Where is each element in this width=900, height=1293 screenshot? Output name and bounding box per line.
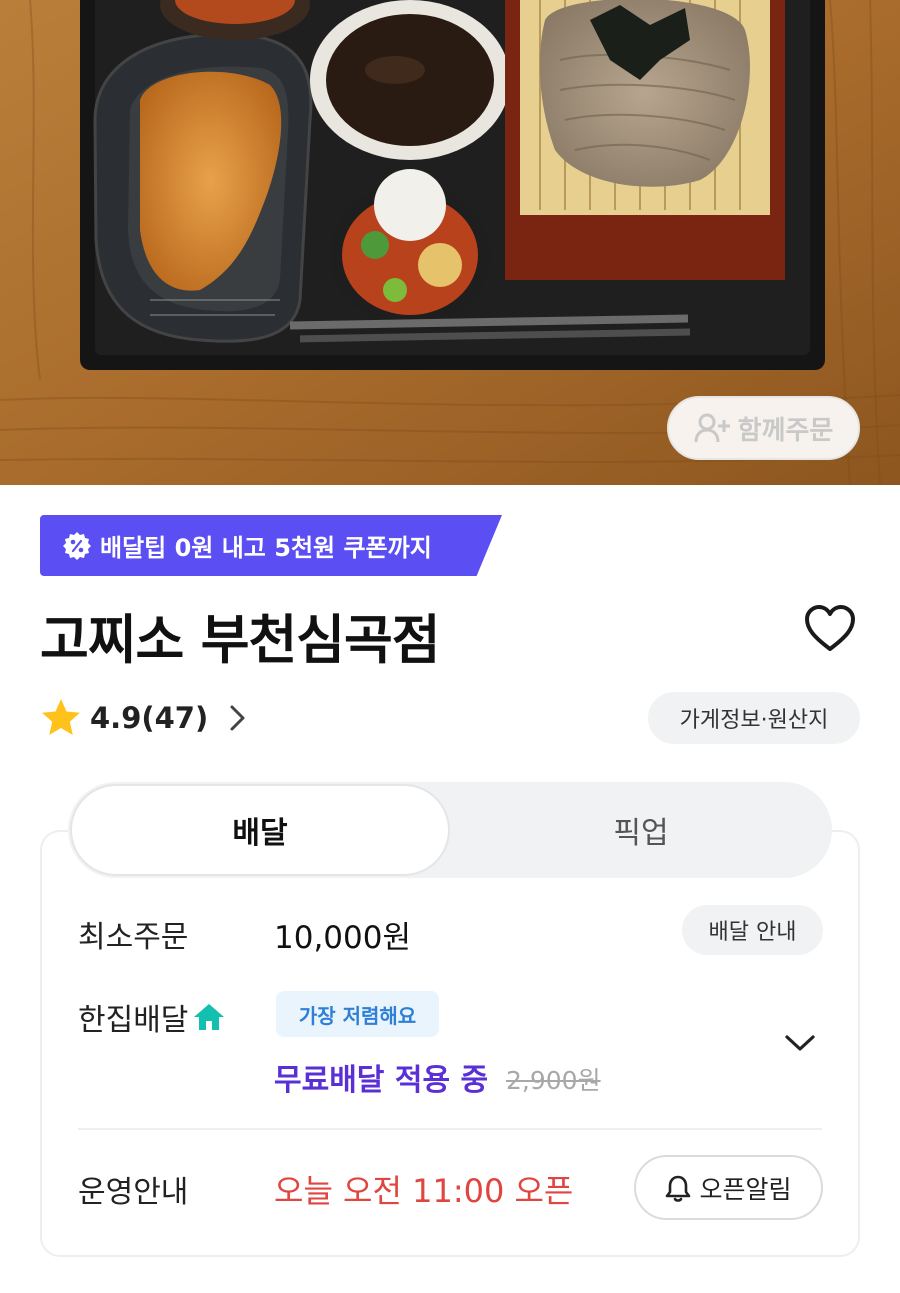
hanjip-delivery-label: 한집배달 (78, 995, 226, 1039)
open-alarm-button[interactable]: 오픈알림 (634, 1155, 823, 1220)
chevron-down-icon[interactable] (782, 1030, 818, 1056)
delivery-guide-button[interactable]: 배달 안내 (682, 905, 823, 955)
operation-label: 운영안내 (78, 1175, 189, 1210)
tab-pickup[interactable]: 픽업 (452, 784, 830, 876)
min-order-value: 10,000원 (274, 920, 411, 956)
hanjip-label-text: 한집배달 (78, 1003, 189, 1038)
rating-score: 4.9(47) (90, 701, 209, 735)
discount-badge-icon (63, 531, 91, 560)
group-order-label: 함께주문 (737, 415, 834, 446)
add-person-icon (694, 413, 730, 443)
store-info-button[interactable]: 가게정보·원산지 (648, 692, 860, 744)
open-alarm-label: 오픈알림 (699, 1174, 792, 1204)
free-delivery-text: 무료배달 적용 중 (274, 1063, 489, 1098)
store-name: 고찌소 부천심곡점 (40, 610, 441, 671)
bell-icon (666, 1175, 691, 1202)
heart-icon[interactable] (804, 604, 856, 654)
chevron-right-icon (230, 705, 245, 731)
coupon-text: 배달팁 0원 내고 5천원 쿠폰까지 (100, 534, 432, 562)
original-delivery-fee: 2,900원 (506, 1066, 601, 1095)
coupon-banner[interactable]: 배달팁 0원 내고 5천원 쿠폰까지 (40, 515, 502, 576)
tab-delivery[interactable]: 배달 (70, 784, 450, 876)
house-icon (194, 1004, 225, 1030)
rating-link[interactable]: 4.9(47) (40, 695, 250, 741)
divider (78, 1128, 822, 1130)
cheapest-badge: 가장 저렴해요 (276, 991, 439, 1037)
store-hero-image: 함께주문 (0, 0, 900, 485)
open-time-status: 오늘 오전 11:00 오픈 (274, 1172, 574, 1210)
min-order-label: 최소주문 (78, 920, 189, 955)
star-icon (42, 699, 80, 735)
group-order-button[interactable]: 함께주문 (667, 396, 860, 460)
